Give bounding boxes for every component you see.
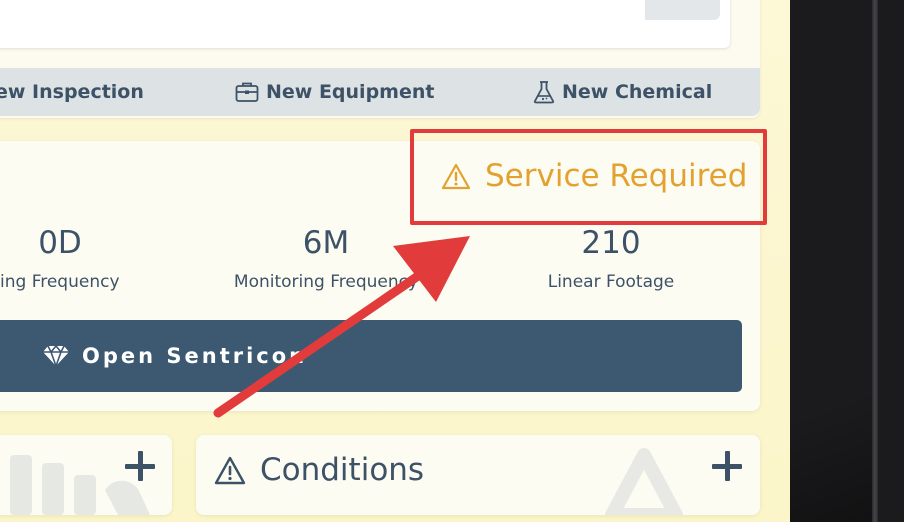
briefcase-icon bbox=[235, 82, 259, 102]
top-panel bbox=[0, 0, 730, 48]
stat-value: 210 bbox=[581, 225, 641, 261]
stat-linear-footage: 210 Linear Footage bbox=[531, 224, 691, 294]
open-sentricon-button[interactable]: Open Sentricon bbox=[0, 320, 742, 392]
add-condition-button[interactable] bbox=[712, 451, 742, 481]
top-panel-button[interactable] bbox=[645, 0, 720, 20]
stat-inspection-frequency: 0D ing Frequency bbox=[0, 224, 120, 294]
new-equipment-button[interactable]: New Equipment bbox=[235, 68, 434, 116]
stat-value: 0D bbox=[38, 225, 82, 261]
sentricon-icon bbox=[43, 345, 69, 367]
add-equipment-button[interactable] bbox=[125, 451, 155, 481]
action-label: ew Inspection bbox=[0, 81, 144, 103]
stat-label: Monitoring Frequency bbox=[233, 272, 419, 292]
new-inspection-button[interactable]: ew Inspection bbox=[0, 68, 144, 116]
conditions-title: Conditions bbox=[260, 452, 425, 488]
flask-icon bbox=[533, 81, 555, 104]
device-shade bbox=[790, 330, 872, 522]
new-chemical-button[interactable]: New Chemical bbox=[533, 68, 712, 116]
stat-label: ing Frequency bbox=[0, 272, 120, 292]
action-label: New Chemical bbox=[562, 81, 713, 103]
highlight-box bbox=[410, 129, 767, 225]
stat-value: 6M bbox=[302, 225, 350, 261]
open-sentricon-label: Open Sentricon bbox=[82, 344, 308, 368]
action-label: New Equipment bbox=[266, 81, 435, 103]
conditions-header: Conditions bbox=[214, 448, 424, 492]
stat-label: Linear Footage bbox=[547, 272, 675, 292]
warning-icon bbox=[214, 456, 246, 484]
stat-monitoring-frequency: 6M Monitoring Frequency bbox=[226, 224, 426, 294]
device-edge bbox=[872, 0, 878, 522]
